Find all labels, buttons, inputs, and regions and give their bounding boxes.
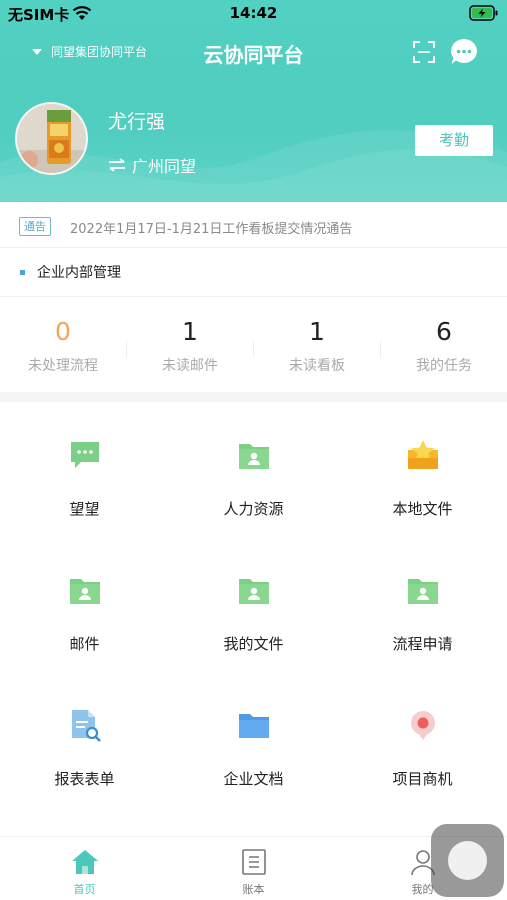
grid-item-local-files[interactable]: 本地文件 bbox=[338, 402, 507, 537]
home-icon bbox=[71, 850, 98, 874]
stat-label: 我的任务 bbox=[416, 358, 472, 374]
stat-label: 未读邮件 bbox=[162, 358, 218, 374]
grid-item-wangwang[interactable]: 望望 bbox=[0, 402, 169, 537]
stat-value: 1 bbox=[182, 317, 198, 346]
message-icon[interactable] bbox=[449, 37, 479, 67]
grid-item-label: 本地文件 bbox=[392, 500, 453, 518]
assistive-touch-button[interactable] bbox=[431, 824, 504, 897]
grid-item-label: 报表表单 bbox=[54, 770, 115, 788]
folder-person-icon bbox=[239, 579, 269, 604]
attendance-button[interactable]: 考勤 bbox=[415, 125, 493, 156]
folder-person-icon bbox=[70, 579, 100, 604]
avatar[interactable] bbox=[15, 102, 88, 175]
stat-value: 1 bbox=[309, 317, 325, 346]
section-marker bbox=[20, 269, 25, 275]
user-name: 尤行强 bbox=[108, 111, 166, 133]
location-pin-icon bbox=[411, 711, 435, 740]
app-grid: 望望 人力资源 本地文件 邮件 我的文件 流程申请 报表表单 企业文档 项目商机 bbox=[0, 402, 507, 822]
notice-text[interactable]: 2022年1月17日-1月21日工作看板提交情况通告 bbox=[70, 218, 352, 237]
section-gap bbox=[0, 392, 507, 402]
scan-icon[interactable] bbox=[412, 40, 436, 64]
grid-item-flow-apply[interactable]: 流程申请 bbox=[338, 537, 507, 672]
grid-item-label: 我的文件 bbox=[223, 635, 284, 653]
grid-item-label: 人力资源 bbox=[223, 500, 284, 518]
folder-person-icon bbox=[239, 444, 269, 469]
notice-badge: 通告 bbox=[19, 217, 51, 236]
grid-item-enterprise-docs[interactable]: 企业文档 bbox=[169, 672, 338, 807]
stat-value: 0 bbox=[55, 317, 71, 346]
company-switcher[interactable]: 广州同望 bbox=[108, 153, 196, 177]
grid-item-reports[interactable]: 报表表单 bbox=[0, 672, 169, 807]
stat-unread-board[interactable]: 1 未读看板 bbox=[254, 315, 380, 375]
grid-item-label: 望望 bbox=[69, 500, 100, 518]
grid-item-hr[interactable]: 人力资源 bbox=[169, 402, 338, 537]
tab-label: 账本 bbox=[242, 883, 265, 896]
tab-home[interactable]: 首页 bbox=[0, 847, 169, 897]
stat-pending-flows[interactable]: 0 未处理流程 bbox=[0, 315, 126, 375]
grid-item-my-files[interactable]: 我的文件 bbox=[169, 537, 338, 672]
grid-item-label: 流程申请 bbox=[392, 635, 453, 653]
section-heading-label: 企业内部管理 bbox=[37, 265, 121, 281]
company-name: 广州同望 bbox=[132, 157, 197, 176]
star-folder-icon bbox=[408, 440, 438, 469]
stats-row: 0 未处理流程 1 未读邮件 1 未读看板 6 我的任务 bbox=[0, 296, 507, 392]
ledger-icon bbox=[241, 849, 266, 875]
notice-bar[interactable]: 通告 2022年1月17日-1月21日工作看板提交情况通告 bbox=[0, 202, 507, 248]
status-bar: 无SIM卡 14:42 bbox=[0, 0, 507, 26]
grid-item-label: 邮件 bbox=[69, 635, 100, 653]
status-time: 14:42 bbox=[229, 4, 278, 22]
tab-label: 首页 bbox=[73, 883, 96, 896]
tab-ledger[interactable]: 账本 bbox=[169, 847, 338, 897]
top-nav: 同望集团协同平台 云协同平台 bbox=[0, 30, 507, 74]
blue-folder-icon bbox=[239, 714, 269, 738]
chat-bubble-icon bbox=[71, 442, 99, 468]
section-heading: 企业内部管理 bbox=[20, 262, 121, 282]
stat-label: 未读看板 bbox=[289, 358, 345, 374]
grid-item-project-opportunities[interactable]: 项目商机 bbox=[338, 672, 507, 807]
header-banner: 无SIM卡 14:42 同望集团协同平台 云协同平台 尤行强 广州同望 考勤 bbox=[0, 0, 507, 202]
stat-label: 未处理流程 bbox=[28, 358, 98, 374]
swap-icon bbox=[109, 158, 125, 172]
stat-value: 6 bbox=[436, 317, 452, 346]
folder-person-icon bbox=[408, 579, 438, 604]
stat-my-tasks[interactable]: 6 我的任务 bbox=[381, 315, 507, 375]
battery-charging-icon bbox=[469, 5, 498, 21]
stat-unread-mail[interactable]: 1 未读邮件 bbox=[127, 315, 253, 375]
grid-item-mail[interactable]: 邮件 bbox=[0, 537, 169, 672]
grid-item-label: 企业文档 bbox=[223, 770, 284, 788]
grid-item-label: 项目商机 bbox=[392, 770, 453, 788]
document-search-icon bbox=[72, 710, 101, 742]
